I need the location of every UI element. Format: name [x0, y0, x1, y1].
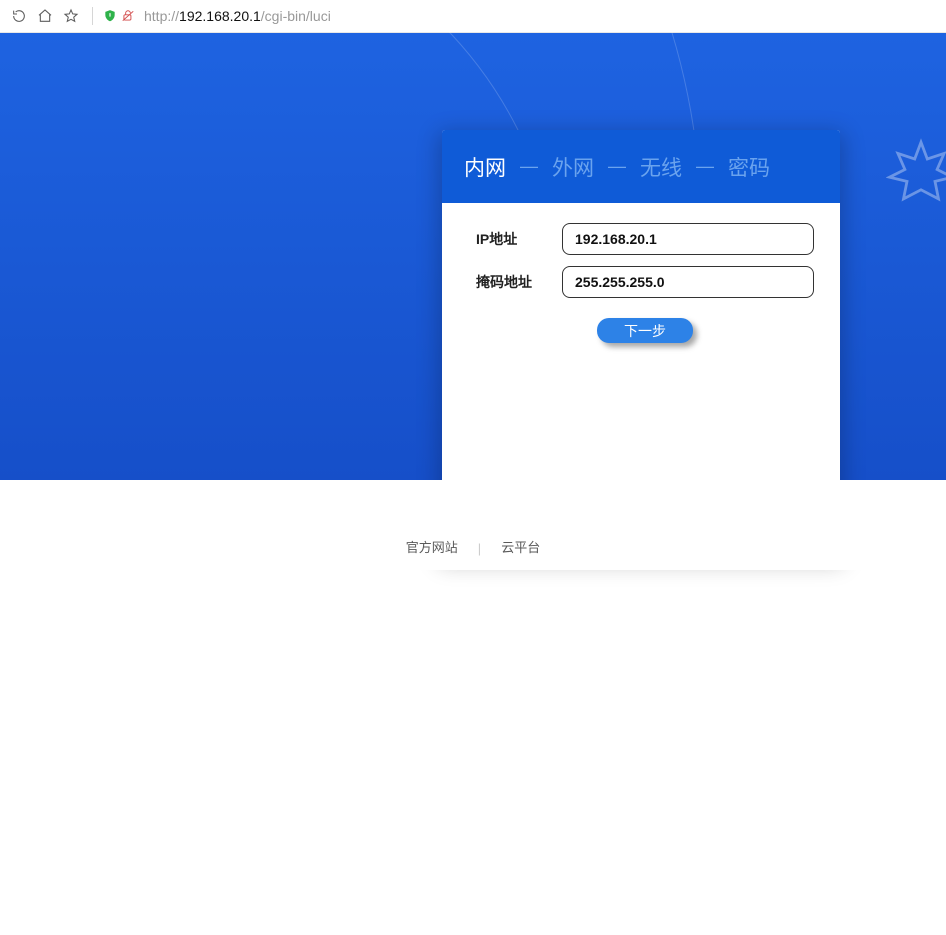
tab-divider: —: [520, 156, 538, 177]
main-hero: 内网 — 外网 — 无线 — 密码 IP地址 掩码地址 下一步: [0, 33, 946, 480]
footer-link-official[interactable]: 官方网站: [406, 537, 458, 556]
tab-divider: —: [696, 156, 714, 177]
next-button[interactable]: 下一步: [597, 318, 693, 343]
decor-star-icon: [886, 138, 946, 208]
mask-label: 掩码地址: [476, 272, 562, 292]
footer-link-cloud[interactable]: 云平台: [501, 537, 540, 556]
ip-row: IP地址: [476, 223, 814, 255]
mask-row: 掩码地址: [476, 266, 814, 298]
tab-divider: —: [608, 156, 626, 177]
button-row: 下一步: [476, 318, 814, 343]
ip-input[interactable]: [562, 223, 814, 255]
tab-wireless[interactable]: 无线: [640, 152, 682, 182]
ip-label: IP地址: [476, 229, 562, 249]
tab-password[interactable]: 密码: [728, 152, 770, 182]
page-footer: 官方网站 | 云平台: [0, 480, 946, 570]
setup-tabs: 内网 — 外网 — 无线 — 密码: [442, 130, 840, 203]
tab-lan[interactable]: 内网: [464, 152, 506, 182]
footer-divider: |: [478, 541, 481, 556]
tab-wan[interactable]: 外网: [552, 152, 594, 182]
form-area: IP地址 掩码地址 下一步: [442, 203, 840, 343]
mask-input[interactable]: [562, 266, 814, 298]
